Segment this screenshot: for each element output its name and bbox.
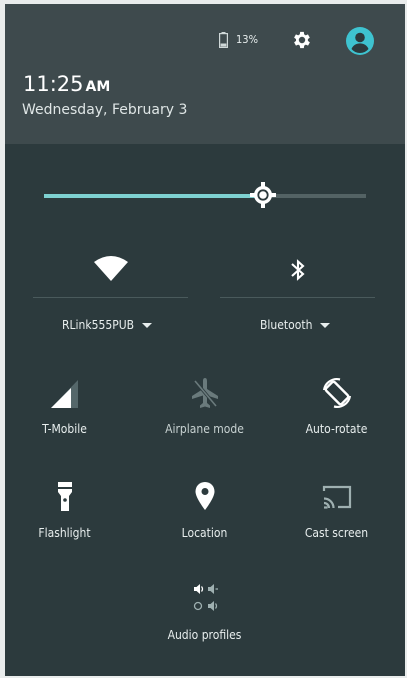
bluetooth-dropdown-caret [320,323,331,328]
cellular-signal-icon [50,380,78,408]
bluetooth-divider [220,297,375,298]
brightness-slider[interactable] [44,182,366,208]
wifi-divider [33,297,188,298]
date[interactable]: Wednesday, February 3 [22,102,187,118]
tile-location[interactable]: Location [138,480,271,540]
wifi-dropdown-caret [142,323,153,328]
location-pin-icon [195,482,214,510]
cast-icon [322,485,351,509]
clock[interactable]: 11:25 AM [23,72,110,96]
quick-settings-panel: 13% 11:25 AM Wednesday, February 3 RLink… [5,4,405,676]
battery-percentage: 13% [236,33,258,46]
bluetooth-tile[interactable] [218,258,378,282]
wifi-network-dropdown[interactable]: RLink555PUB [62,318,153,332]
tile-auto-rotate-label: Auto-rotate [305,422,368,436]
brightness-fill [44,194,263,198]
tile-audio-profiles-label: Audio profiles [167,628,242,642]
tile-airplane-mode[interactable]: Airplane mode [138,376,271,436]
tile-cast-screen-label: Cast screen [304,526,369,540]
tile-flashlight[interactable]: Flashlight [5,480,131,540]
tile-cast-screen[interactable]: Cast screen [270,480,403,540]
gear-icon[interactable] [291,29,313,51]
flashlight-icon [57,482,72,511]
notification-header: 13% 11:25 AM Wednesday, February 3 [5,4,405,144]
tile-cellular-label: T-Mobile [42,422,87,436]
wifi-icon [94,256,128,281]
status-row: 13% [195,20,405,60]
tile-airplane-mode-label: Airplane mode [165,422,244,436]
battery-icon [219,32,228,48]
account-icon[interactable] [345,26,375,56]
airplane-icon [191,378,218,408]
auto-rotate-icon [322,378,351,408]
brightness-icon[interactable] [250,182,276,208]
bluetooth-dropdown[interactable]: Bluetooth [260,318,331,332]
tile-audio-profiles[interactable]: Audio profiles [138,582,271,642]
audio-profiles-icon [193,584,218,611]
bluetooth-icon [291,259,305,281]
clock-ampm: AM [85,79,111,95]
clock-time: 11:25 [23,72,84,96]
tile-auto-rotate[interactable]: Auto-rotate [270,376,403,436]
wifi-tile[interactable] [31,256,191,282]
tile-cellular[interactable]: T-Mobile [5,376,131,436]
tile-location-label: Location [181,526,228,540]
wifi-network-name: RLink555PUB [62,318,135,332]
bluetooth-label: Bluetooth [260,318,313,332]
tile-flashlight-label: Flashlight [38,526,91,540]
